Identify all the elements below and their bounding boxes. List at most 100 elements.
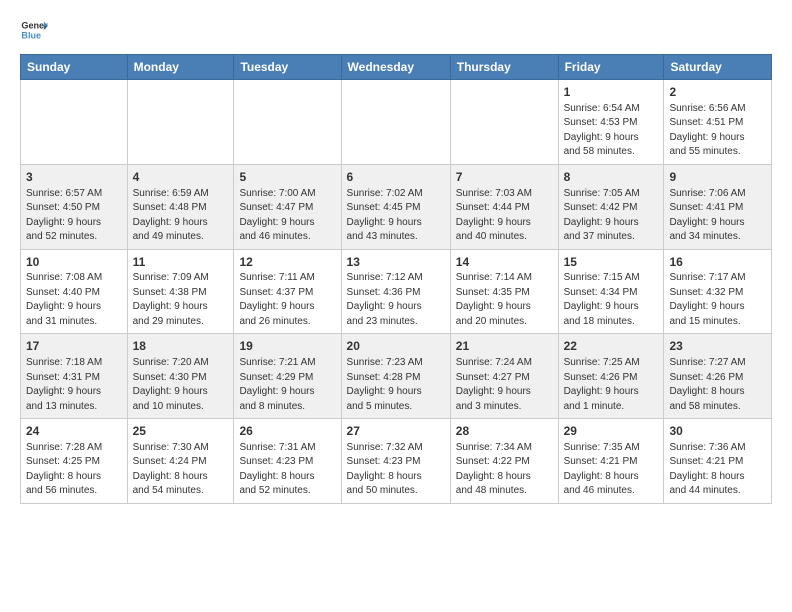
calendar-cell: 2Sunrise: 6:56 AM Sunset: 4:51 PM Daylig… (664, 80, 772, 165)
calendar-cell: 27Sunrise: 7:32 AM Sunset: 4:23 PM Dayli… (341, 419, 450, 504)
day-info: Sunrise: 7:15 AM Sunset: 4:34 PM Dayligh… (564, 271, 659, 329)
calendar-header-row: SundayMondayTuesdayWednesdayThursdayFrid… (21, 55, 772, 80)
calendar-table: SundayMondayTuesdayWednesdayThursdayFrid… (20, 54, 772, 504)
day-info: Sunrise: 7:08 AM Sunset: 4:40 PM Dayligh… (26, 271, 122, 329)
day-info: Sunrise: 6:59 AM Sunset: 4:48 PM Dayligh… (133, 187, 229, 245)
day-info: Sunrise: 7:23 AM Sunset: 4:28 PM Dayligh… (347, 356, 445, 414)
calendar-cell (341, 80, 450, 165)
day-info: Sunrise: 7:28 AM Sunset: 4:25 PM Dayligh… (26, 441, 122, 499)
day-info: Sunrise: 7:00 AM Sunset: 4:47 PM Dayligh… (239, 187, 335, 245)
day-number: 26 (239, 423, 335, 440)
calendar-week-3: 17Sunrise: 7:18 AM Sunset: 4:31 PM Dayli… (21, 334, 772, 419)
day-number: 17 (26, 338, 122, 355)
day-info: Sunrise: 7:20 AM Sunset: 4:30 PM Dayligh… (133, 356, 229, 414)
day-number: 30 (669, 423, 766, 440)
day-info: Sunrise: 7:02 AM Sunset: 4:45 PM Dayligh… (347, 187, 445, 245)
day-info: Sunrise: 7:03 AM Sunset: 4:44 PM Dayligh… (456, 187, 553, 245)
day-info: Sunrise: 7:30 AM Sunset: 4:24 PM Dayligh… (133, 441, 229, 499)
calendar-cell: 7Sunrise: 7:03 AM Sunset: 4:44 PM Daylig… (450, 164, 558, 249)
calendar-cell: 15Sunrise: 7:15 AM Sunset: 4:34 PM Dayli… (558, 249, 664, 334)
day-info: Sunrise: 7:05 AM Sunset: 4:42 PM Dayligh… (564, 187, 659, 245)
day-number: 12 (239, 254, 335, 271)
day-info: Sunrise: 7:21 AM Sunset: 4:29 PM Dayligh… (239, 356, 335, 414)
calendar-cell (450, 80, 558, 165)
day-info: Sunrise: 7:34 AM Sunset: 4:22 PM Dayligh… (456, 441, 553, 499)
day-number: 15 (564, 254, 659, 271)
calendar-cell: 4Sunrise: 6:59 AM Sunset: 4:48 PM Daylig… (127, 164, 234, 249)
calendar-cell: 22Sunrise: 7:25 AM Sunset: 4:26 PM Dayli… (558, 334, 664, 419)
day-info: Sunrise: 6:56 AM Sunset: 4:51 PM Dayligh… (669, 102, 766, 160)
day-number: 27 (347, 423, 445, 440)
day-number: 7 (456, 169, 553, 186)
calendar-cell: 29Sunrise: 7:35 AM Sunset: 4:21 PM Dayli… (558, 419, 664, 504)
header: General Blue (20, 16, 772, 44)
day-info: Sunrise: 6:57 AM Sunset: 4:50 PM Dayligh… (26, 187, 122, 245)
calendar-header-monday: Monday (127, 55, 234, 80)
day-number: 14 (456, 254, 553, 271)
calendar-header-tuesday: Tuesday (234, 55, 341, 80)
day-info: Sunrise: 7:24 AM Sunset: 4:27 PM Dayligh… (456, 356, 553, 414)
calendar-cell: 21Sunrise: 7:24 AM Sunset: 4:27 PM Dayli… (450, 334, 558, 419)
day-number: 13 (347, 254, 445, 271)
calendar-cell: 19Sunrise: 7:21 AM Sunset: 4:29 PM Dayli… (234, 334, 341, 419)
calendar-cell: 1Sunrise: 6:54 AM Sunset: 4:53 PM Daylig… (558, 80, 664, 165)
calendar-cell (127, 80, 234, 165)
calendar-cell: 5Sunrise: 7:00 AM Sunset: 4:47 PM Daylig… (234, 164, 341, 249)
day-info: Sunrise: 7:12 AM Sunset: 4:36 PM Dayligh… (347, 271, 445, 329)
day-number: 25 (133, 423, 229, 440)
day-info: Sunrise: 6:54 AM Sunset: 4:53 PM Dayligh… (564, 102, 659, 160)
calendar-cell (21, 80, 128, 165)
day-number: 23 (669, 338, 766, 355)
day-number: 5 (239, 169, 335, 186)
calendar-cell: 6Sunrise: 7:02 AM Sunset: 4:45 PM Daylig… (341, 164, 450, 249)
day-number: 1 (564, 84, 659, 101)
calendar-cell (234, 80, 341, 165)
calendar-cell: 9Sunrise: 7:06 AM Sunset: 4:41 PM Daylig… (664, 164, 772, 249)
calendar-cell: 26Sunrise: 7:31 AM Sunset: 4:23 PM Dayli… (234, 419, 341, 504)
day-number: 20 (347, 338, 445, 355)
day-info: Sunrise: 7:06 AM Sunset: 4:41 PM Dayligh… (669, 187, 766, 245)
calendar-cell: 23Sunrise: 7:27 AM Sunset: 4:26 PM Dayli… (664, 334, 772, 419)
calendar-cell: 8Sunrise: 7:05 AM Sunset: 4:42 PM Daylig… (558, 164, 664, 249)
day-info: Sunrise: 7:25 AM Sunset: 4:26 PM Dayligh… (564, 356, 659, 414)
calendar-week-2: 10Sunrise: 7:08 AM Sunset: 4:40 PM Dayli… (21, 249, 772, 334)
calendar-cell: 24Sunrise: 7:28 AM Sunset: 4:25 PM Dayli… (21, 419, 128, 504)
day-number: 21 (456, 338, 553, 355)
day-number: 22 (564, 338, 659, 355)
day-number: 28 (456, 423, 553, 440)
calendar-week-1: 3Sunrise: 6:57 AM Sunset: 4:50 PM Daylig… (21, 164, 772, 249)
calendar-cell: 14Sunrise: 7:14 AM Sunset: 4:35 PM Dayli… (450, 249, 558, 334)
calendar-cell: 16Sunrise: 7:17 AM Sunset: 4:32 PM Dayli… (664, 249, 772, 334)
calendar-cell: 11Sunrise: 7:09 AM Sunset: 4:38 PM Dayli… (127, 249, 234, 334)
calendar-header-thursday: Thursday (450, 55, 558, 80)
calendar-week-4: 24Sunrise: 7:28 AM Sunset: 4:25 PM Dayli… (21, 419, 772, 504)
calendar-cell: 12Sunrise: 7:11 AM Sunset: 4:37 PM Dayli… (234, 249, 341, 334)
day-number: 29 (564, 423, 659, 440)
calendar-header-wednesday: Wednesday (341, 55, 450, 80)
day-info: Sunrise: 7:11 AM Sunset: 4:37 PM Dayligh… (239, 271, 335, 329)
calendar-header-sunday: Sunday (21, 55, 128, 80)
page-container: General Blue SundayMondayTuesdayWednesda… (0, 0, 792, 514)
day-number: 24 (26, 423, 122, 440)
calendar-cell: 25Sunrise: 7:30 AM Sunset: 4:24 PM Dayli… (127, 419, 234, 504)
day-number: 19 (239, 338, 335, 355)
calendar-cell: 3Sunrise: 6:57 AM Sunset: 4:50 PM Daylig… (21, 164, 128, 249)
day-info: Sunrise: 7:36 AM Sunset: 4:21 PM Dayligh… (669, 441, 766, 499)
logo-icon: General Blue (20, 16, 48, 44)
day-number: 9 (669, 169, 766, 186)
day-number: 4 (133, 169, 229, 186)
calendar-cell: 10Sunrise: 7:08 AM Sunset: 4:40 PM Dayli… (21, 249, 128, 334)
calendar-cell: 28Sunrise: 7:34 AM Sunset: 4:22 PM Dayli… (450, 419, 558, 504)
day-info: Sunrise: 7:17 AM Sunset: 4:32 PM Dayligh… (669, 271, 766, 329)
calendar-cell: 13Sunrise: 7:12 AM Sunset: 4:36 PM Dayli… (341, 249, 450, 334)
day-info: Sunrise: 7:14 AM Sunset: 4:35 PM Dayligh… (456, 271, 553, 329)
calendar-header-saturday: Saturday (664, 55, 772, 80)
day-number: 2 (669, 84, 766, 101)
logo: General Blue (20, 16, 48, 44)
day-info: Sunrise: 7:18 AM Sunset: 4:31 PM Dayligh… (26, 356, 122, 414)
svg-text:Blue: Blue (21, 30, 41, 40)
day-number: 10 (26, 254, 122, 271)
day-number: 16 (669, 254, 766, 271)
calendar-week-0: 1Sunrise: 6:54 AM Sunset: 4:53 PM Daylig… (21, 80, 772, 165)
calendar-cell: 18Sunrise: 7:20 AM Sunset: 4:30 PM Dayli… (127, 334, 234, 419)
